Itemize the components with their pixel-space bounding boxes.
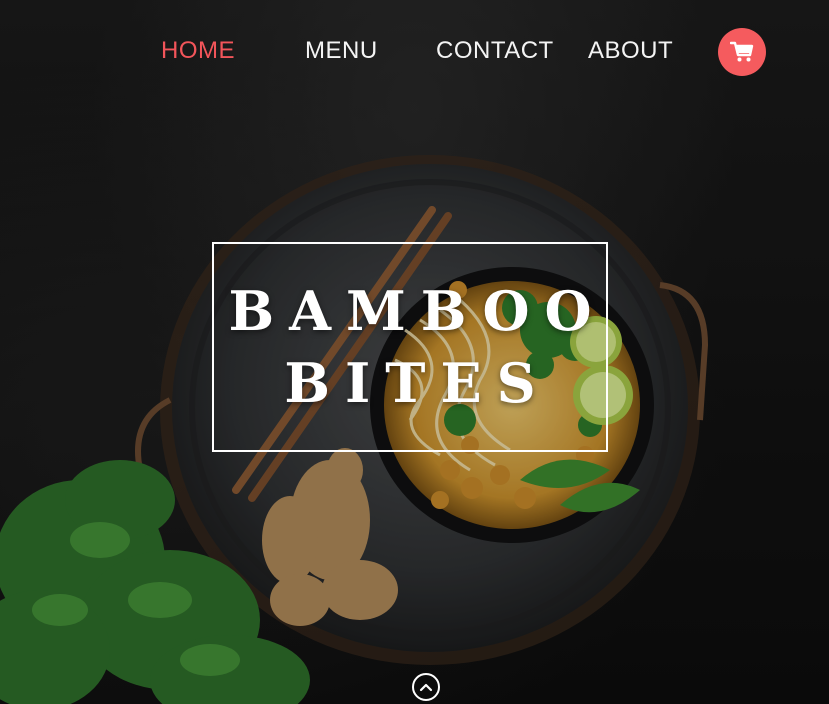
nav-about-link[interactable]: ABOUT bbox=[588, 36, 673, 66]
scroll-up-button[interactable] bbox=[412, 673, 440, 701]
hero-title-line1: BAMBOO bbox=[228, 279, 607, 343]
nav-home-link[interactable]: HOME bbox=[161, 36, 235, 66]
hero-title-line2: BITES bbox=[284, 351, 551, 415]
shopping-cart-icon bbox=[730, 41, 754, 62]
nav-menu-link[interactable]: MENU bbox=[305, 36, 378, 66]
nav-contact-link[interactable]: CONTACT bbox=[436, 36, 554, 66]
chevron-up-icon bbox=[419, 683, 433, 692]
cart-button[interactable] bbox=[718, 28, 766, 76]
hero-title-box: BAMBOO BITES bbox=[212, 242, 608, 452]
main-nav: HOME MENU CONTACT ABOUT bbox=[0, 0, 829, 100]
